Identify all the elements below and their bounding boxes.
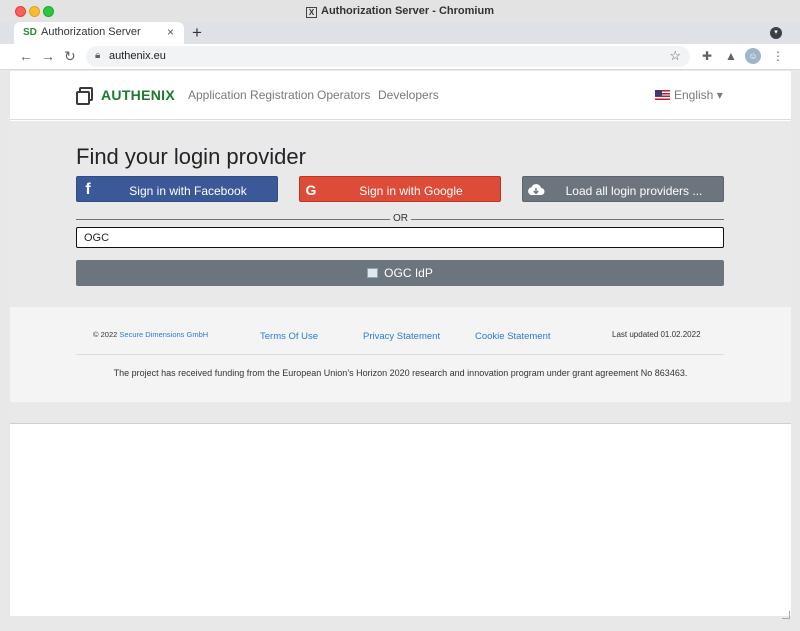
- nav-developers[interactable]: Developers: [378, 88, 439, 102]
- load-all-providers-button[interactable]: Load all login providers ...: [522, 176, 724, 202]
- tab-search-icon[interactable]: ▾: [770, 27, 782, 39]
- site-favicon-icon: SD: [23, 27, 37, 38]
- window-title: X Authorization Server - Chromium: [0, 5, 800, 18]
- window-title-text: Authorization Server - Chromium: [321, 5, 494, 17]
- address-bar[interactable]: 🔒︎ authenix.eu ☆: [86, 46, 690, 67]
- x11-icon: X: [306, 7, 318, 18]
- cookie-statement-link[interactable]: Cookie Statement: [475, 331, 551, 342]
- copyright-prefix: © 2022: [93, 330, 118, 339]
- privacy-statement-link[interactable]: Privacy Statement: [363, 331, 440, 342]
- nav-application-registration[interactable]: Application Registration: [188, 88, 314, 102]
- facebook-signin-button[interactable]: f Sign in with Facebook: [76, 176, 278, 202]
- back-icon[interactable]: ←: [19, 48, 33, 64]
- caret-down-icon: ▾: [716, 88, 723, 102]
- window-resize-handle[interactable]: [782, 611, 790, 619]
- profile-avatar[interactable]: ☺: [745, 48, 761, 64]
- brand-name[interactable]: AUTHENIX: [101, 87, 175, 103]
- copyright: © 2022 Secure Dimensions GmbH: [93, 330, 208, 339]
- browser-window: X Authorization Server - Chromium SD Auth…: [0, 0, 800, 631]
- google-icon: G: [305, 182, 317, 198]
- bookmark-star-icon[interactable]: ☆: [669, 48, 681, 64]
- extensions-icon[interactable]: ✚: [702, 49, 712, 63]
- browser-menu-icon[interactable]: ⋮: [772, 49, 784, 63]
- reload-icon[interactable]: ↻: [64, 48, 76, 65]
- login-provider-section: Find your login provider f Sign in with …: [10, 121, 791, 307]
- web-page: AUTHENIX Application Registration Operat…: [10, 71, 791, 616]
- or-divider: OR: [10, 213, 791, 224]
- google-signin-button[interactable]: G Sign in with Google: [299, 176, 501, 202]
- tab-authorization-server[interactable]: SD Authorization Server ×: [14, 22, 184, 44]
- lock-icon[interactable]: 🔒︎: [95, 50, 100, 61]
- language-label: English: [674, 88, 714, 102]
- site-navbar: AUTHENIX Application Registration Operat…: [10, 71, 791, 120]
- authenix-logo-icon: [76, 87, 94, 105]
- facebook-icon: f: [85, 181, 91, 198]
- ogc-idp-button[interactable]: OGC IdP: [76, 260, 724, 286]
- forward-icon[interactable]: →: [41, 48, 55, 64]
- terms-of-use-link[interactable]: Terms Of Use: [260, 331, 318, 342]
- facebook-signin-label: Sign in with Facebook: [129, 184, 247, 198]
- ogc-idp-label: OGC IdP: [384, 266, 433, 280]
- page-bottom-strip: [10, 402, 791, 424]
- nav-operators[interactable]: Operators: [317, 88, 370, 102]
- tab-close-icon[interactable]: ×: [167, 25, 174, 39]
- provider-search-input[interactable]: [76, 227, 724, 248]
- or-label: OR: [390, 213, 411, 224]
- language-dropdown[interactable]: English ▾: [655, 88, 723, 102]
- browser-toolbar: ← → ↻ 🔒︎ authenix.eu ☆ ✚ ▲ ☺ ⋮: [0, 44, 800, 70]
- page-title: Find your login provider: [76, 144, 306, 169]
- company-link[interactable]: Secure Dimensions GmbH: [119, 330, 208, 339]
- us-flag-icon: [655, 90, 670, 100]
- address-url[interactable]: authenix.eu: [109, 50, 166, 62]
- tab-title: Authorization Server: [41, 26, 141, 38]
- new-tab-button[interactable]: +: [192, 23, 202, 43]
- site-footer: © 2022 Secure Dimensions GmbH Terms Of U…: [10, 307, 791, 402]
- footer-divider: [76, 354, 724, 355]
- google-signin-label: Sign in with Google: [359, 184, 463, 198]
- last-updated: Last updated 01.02.2022: [612, 330, 701, 339]
- load-all-providers-label: Load all login providers ...: [565, 184, 703, 198]
- funding-notice: The project has received funding from th…: [113, 368, 688, 378]
- title-bar: X Authorization Server - Chromium: [0, 0, 800, 22]
- labs-flask-icon[interactable]: ▲: [725, 49, 737, 63]
- tab-strip: SD Authorization Server × + ▾: [0, 22, 800, 44]
- ogc-logo-icon: [367, 268, 379, 278]
